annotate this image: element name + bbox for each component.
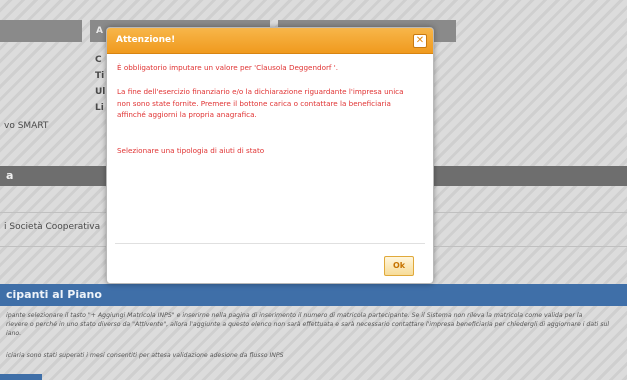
bg-field-label-ti: Ti <box>95 71 105 81</box>
bg-field-label-li: Li <box>95 103 104 113</box>
bg-participants-title: cipanti al Piano <box>6 288 102 301</box>
close-icon: ✕ <box>415 35 425 46</box>
bg-label-letter: A <box>96 26 103 36</box>
bg-smart-text: vo SMART <box>4 121 49 131</box>
bg-note-line: ipante selezionare il tasto "+ Aggiungi … <box>6 312 583 319</box>
dialog-title: Attenzione! <box>116 35 176 45</box>
close-button[interactable]: ✕ <box>413 34 427 48</box>
message-aiuti-stato: Selezionare una tipologia di aiuti di st… <box>117 146 265 155</box>
ok-button[interactable]: Ok <box>384 256 414 276</box>
bg-add-button[interactable] <box>0 374 42 380</box>
bg-note-line: iano. <box>6 330 22 337</box>
bg-tab-1[interactable] <box>0 20 82 42</box>
bg-field-label-ul: Ul <box>95 87 106 97</box>
message-deggendorf: È obbligatorio imputare un valore per 'C… <box>117 63 339 72</box>
bg-note-line: rievere o perché in uno stato diverso da… <box>6 321 610 328</box>
message-esercizio: La fine dell'esercizio finanziario e/o l… <box>117 87 404 119</box>
bg-note-line: iciaria sono stati superati i mesi conse… <box>6 352 284 359</box>
bg-participants-bar: cipanti al Piano <box>0 284 627 306</box>
bg-company-text: i Società Cooperativa <box>4 222 101 232</box>
alert-dialog: Attenzione! ✕ È obbligatorio imputare un… <box>106 27 434 284</box>
dialog-footer-divider <box>115 243 425 244</box>
dialog-header: Attenzione! ✕ <box>107 28 433 54</box>
bg-section-title: a <box>6 169 14 182</box>
bg-field-label-c: C <box>95 55 102 65</box>
